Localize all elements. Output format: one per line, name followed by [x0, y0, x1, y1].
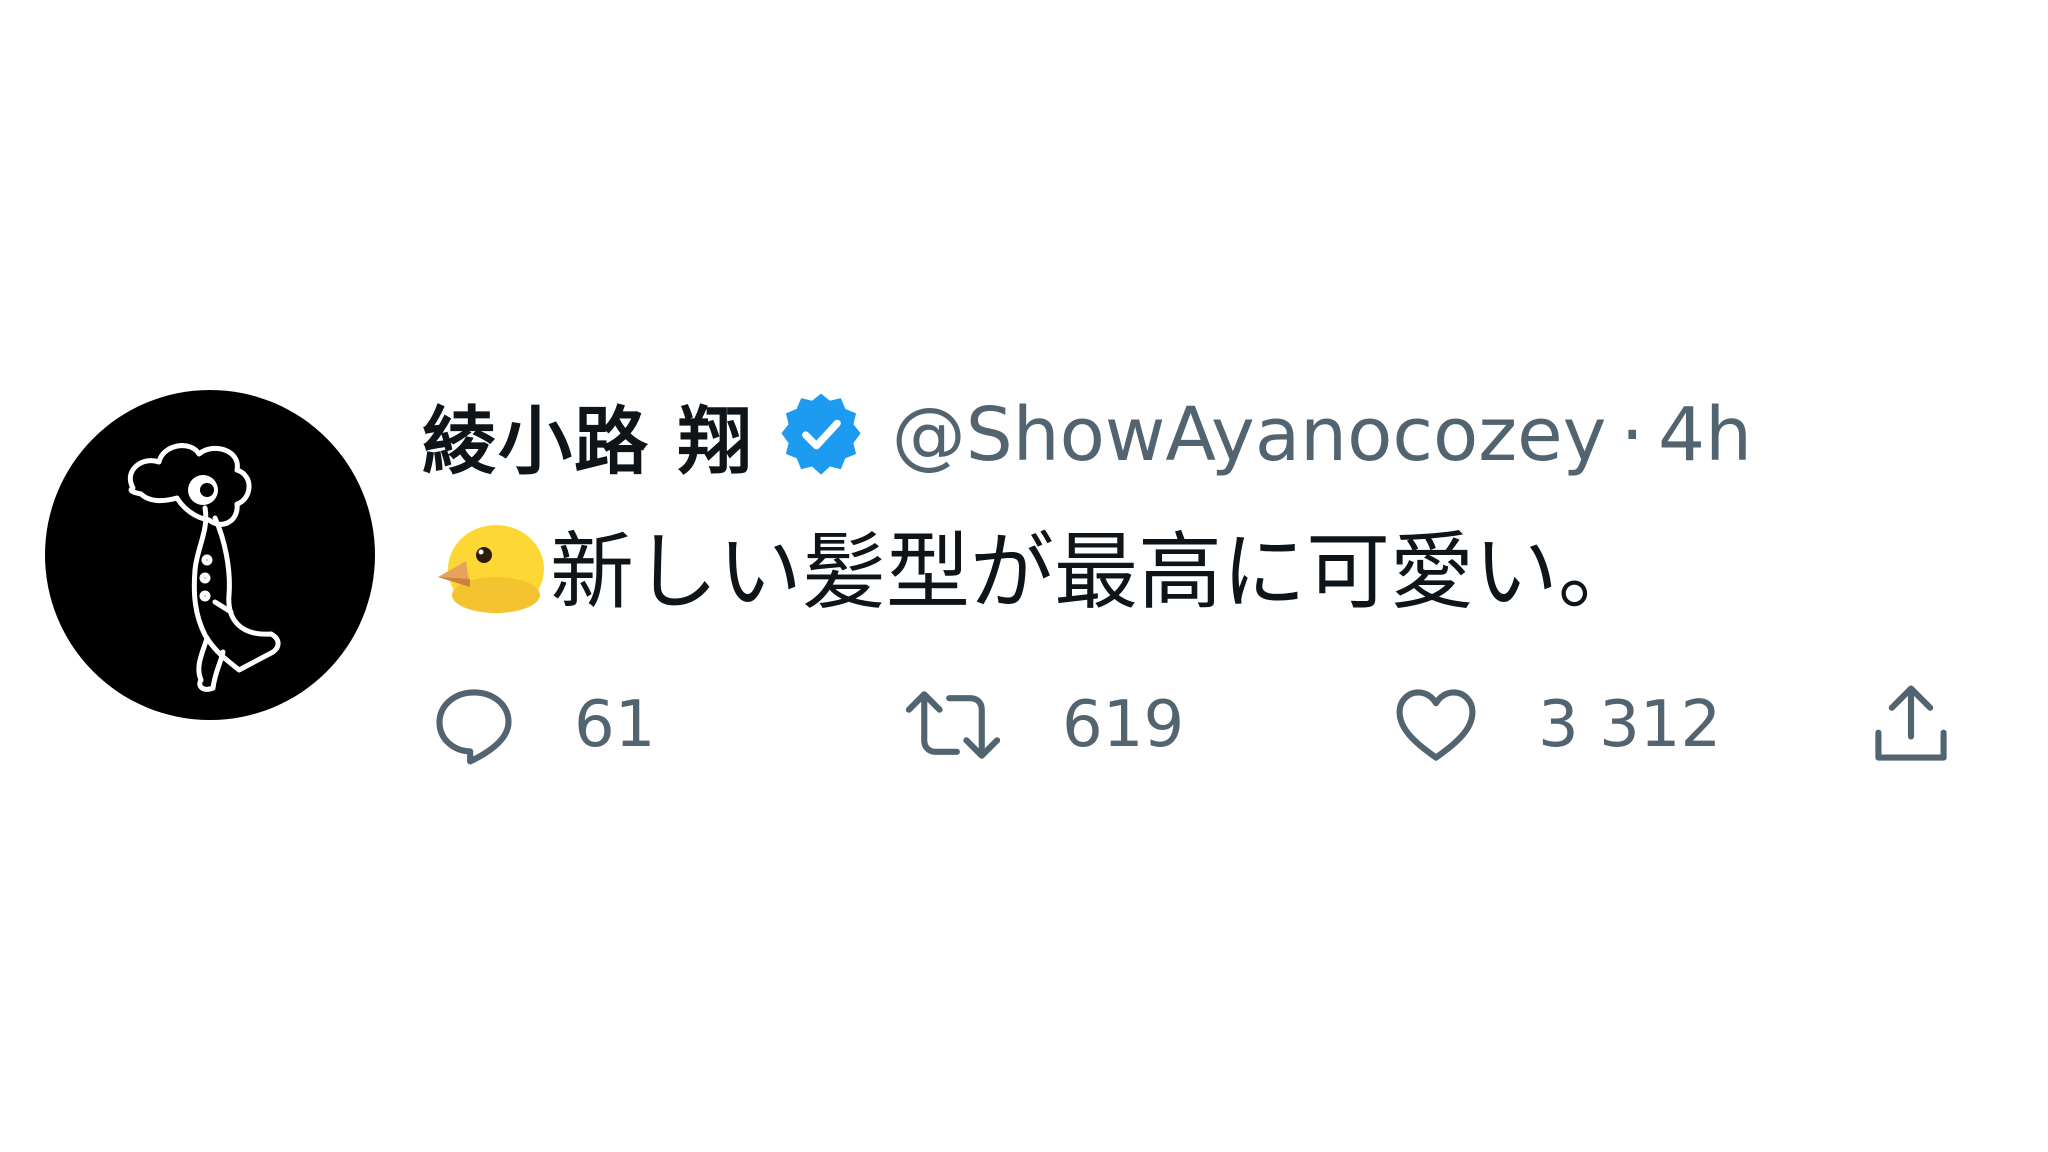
- screenshot-stage: 綾小路 翔 @ShowAyanocozey · 4h 新しい髪型が最高に可愛い。…: [0, 0, 2048, 1152]
- baby-chick-icon: [432, 515, 546, 615]
- tweet-timestamp[interactable]: 4h: [1658, 392, 1752, 478]
- share-icon: [1875, 685, 1947, 761]
- verified-badge-icon: [776, 390, 866, 480]
- author-handle[interactable]: @ShowAyanocozey: [892, 392, 1607, 478]
- reply-button[interactable]: 61: [428, 675, 655, 775]
- tweet-text-content: 新しい髪型が最高に可愛い。: [550, 522, 1643, 621]
- like-button[interactable]: 3 312: [1388, 675, 1721, 775]
- walking-figure-avatar-icon: [128, 443, 281, 692]
- tweet-actions-bar: 61 619 3 312: [0, 675, 2048, 775]
- tweet-text: 新しい髪型が最高に可愛い。: [432, 515, 1642, 621]
- share-button[interactable]: [1865, 675, 1957, 775]
- avatar[interactable]: [45, 390, 375, 720]
- header-separator: ·: [1620, 392, 1645, 478]
- retweet-icon: [905, 691, 1001, 759]
- retweet-count: 619: [1062, 688, 1185, 762]
- tweet-header: 綾小路 翔 @ShowAyanocozey · 4h: [422, 385, 1752, 485]
- author-display-name[interactable]: 綾小路 翔: [422, 382, 754, 489]
- tweet[interactable]: 綾小路 翔 @ShowAyanocozey · 4h 新しい髪型が最高に可愛い。…: [0, 0, 2048, 1152]
- reply-count: 61: [574, 688, 656, 762]
- heart-icon: [1396, 689, 1476, 761]
- reply-icon: [436, 689, 512, 765]
- retweet-button[interactable]: 619: [898, 675, 1184, 775]
- like-count: 3 312: [1538, 688, 1722, 762]
